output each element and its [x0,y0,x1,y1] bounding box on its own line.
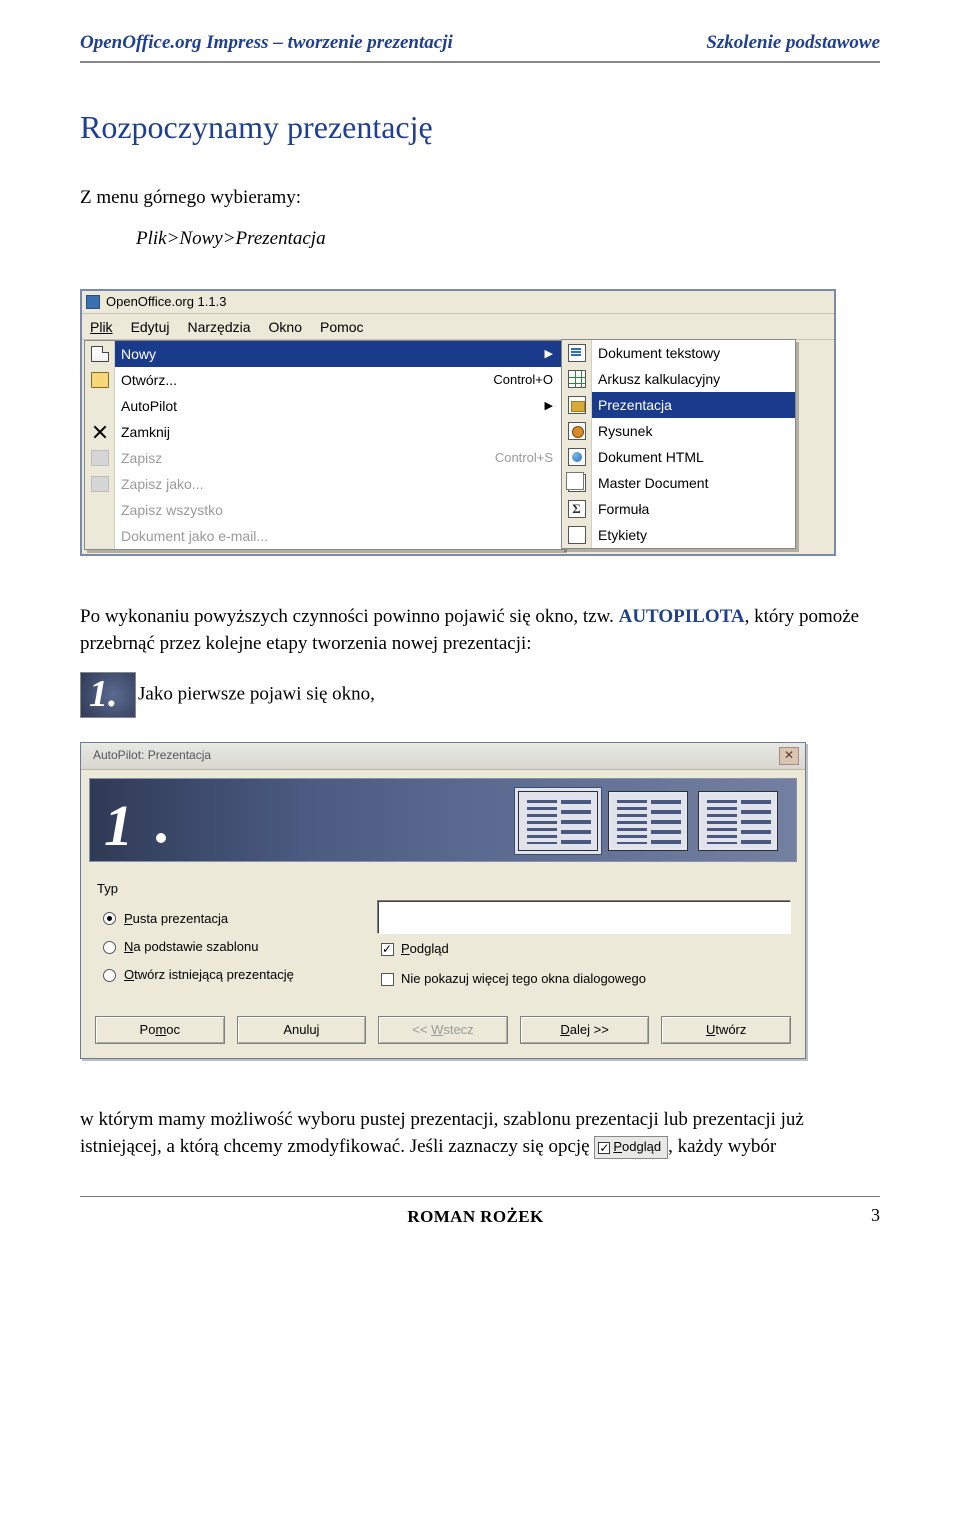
banner-step-number: 1 [104,785,133,866]
para-final: w którym mamy możliwość wyboru pustej pr… [80,1107,880,1160]
new-master[interactable]: Master Document [592,470,795,496]
spreadsheet-icon [568,370,586,388]
menu-path-text: Plik>Nowy>Prezentacja [136,226,880,253]
radio-template[interactable]: Na podstawie szablonu [103,938,365,956]
banner-thumb-1 [518,791,598,851]
para-after-shot1: Po wykonaniu powyższych czynności powinn… [80,604,880,657]
new-drawing[interactable]: Rysunek [592,418,795,444]
file-doc-as-email: Dokument jako e-mail... [115,523,563,549]
create-button[interactable]: Utwórz [661,1016,791,1044]
file-open[interactable]: Otwórz... Control+O [115,367,563,393]
section-title: Rozpoczynamy prezentację [80,105,880,150]
radio-open-existing[interactable]: Otwórz istniejącą prezentację [103,966,365,984]
menu-edit[interactable]: Edytuj [131,318,170,338]
new-html[interactable]: Dokument HTML [592,444,795,470]
file-save-all: Zapisz wszystko [115,497,563,523]
drawing-icon [568,422,586,440]
new-presentation[interactable]: Prezentacja [592,392,795,418]
menu-tools[interactable]: Narzędzia [187,318,250,338]
new-formula[interactable]: Formuła [592,496,795,522]
group-label-type: Typ [97,880,791,898]
master-document-icon [568,474,586,492]
file-dropdown: Nowy▶ Σ [84,340,564,550]
type-radio-group: Pusta prezentacja Na podstawie szablonu … [95,900,365,995]
footer-page-number: 3 [871,1203,880,1228]
text-document-icon [568,344,586,362]
intro-line: Z menu górnego wybieramy: [80,185,880,212]
banner-thumb-3 [698,791,778,851]
presentation-icon [568,396,586,414]
next-button[interactable]: Dalej >> [520,1016,650,1044]
formula-icon: Σ [568,500,586,518]
html-document-icon [568,448,586,466]
step1-line: 1.Jako pierwsze pojawi się okno, [80,672,880,718]
app-icon [86,295,100,309]
file-save-as: Zapisz jako... [115,471,563,497]
header-left: OpenOffice.org Impress – tworzenie preze… [80,30,453,57]
dialog-close-button[interactable]: ✕ [779,747,799,765]
header-right: Szkolenie podstawowe [706,30,880,57]
menu-help[interactable]: Pomoc [320,318,364,338]
save-icon-disabled [91,450,109,466]
new-labels[interactable]: Etykiety [592,522,795,548]
step-1-icon: 1. [80,672,136,718]
file-close[interactable]: Zamknij [115,419,563,445]
dialog-banner: 1 [89,778,797,862]
new-text-document[interactable]: Dokument tekstowy [592,340,795,366]
radio-icon [103,912,116,925]
preview-checkbox[interactable]: Podgląd [381,940,791,958]
new-submenu: Σ Dokument tekstowy Arkusz kalkulacyjny … [561,339,796,549]
header-rule [80,61,880,63]
radio-icon [103,969,116,982]
autopilota-term: AUTOPILOTA [619,606,745,627]
checkbox-icon [381,973,394,986]
autopilot-dialog: AutoPilot: Prezentacja ✕ 1 Typ Pusta pre… [80,742,806,1060]
dialog-titlebar: AutoPilot: Prezentacja ✕ [81,743,805,770]
radio-empty[interactable]: Pusta prezentacja [103,910,365,928]
radio-icon [103,941,116,954]
help-button[interactable]: Pomoc [95,1016,225,1044]
app-titlebar: OpenOffice.org 1.1.3 [82,291,834,314]
banner-thumb-2 [608,791,688,851]
menu-file[interactable]: Plik [90,318,113,338]
cancel-button[interactable]: Anuluj [237,1016,367,1044]
file-new[interactable]: Nowy▶ Σ [115,341,563,367]
new-icon [91,346,109,362]
close-icon [91,424,109,440]
footer-rule [80,1196,880,1197]
inline-preview-chip: Podgląd [594,1136,668,1158]
app-title: OpenOffice.org 1.1.3 [106,293,226,311]
new-spreadsheet[interactable]: Arkusz kalkulacyjny [592,366,795,392]
back-button: << Wstecz [378,1016,508,1044]
banner-dot [156,833,166,843]
save-as-icon-disabled [91,476,109,492]
dont-show-checkbox[interactable]: Nie pokazuj więcej tego okna dialogowego [381,970,791,988]
file-save: Zapisz Control+S [115,445,563,471]
labels-icon [568,526,586,544]
menu-window[interactable]: Okno [269,318,302,338]
dialog-title: AutoPilot: Prezentacja [93,747,211,764]
menubar: Plik Edytuj Narzędzia Okno Pomoc [82,314,834,341]
screenshot-file-menu: OpenOffice.org 1.1.3 Plik Edytuj Narzędz… [80,289,836,557]
footer-author: ROMAN ROŻEK [407,1205,543,1229]
checkbox-icon [381,943,394,956]
open-icon [91,372,109,388]
file-autopilot[interactable]: AutoPilot▶ [115,393,563,419]
preview-area [377,900,791,934]
